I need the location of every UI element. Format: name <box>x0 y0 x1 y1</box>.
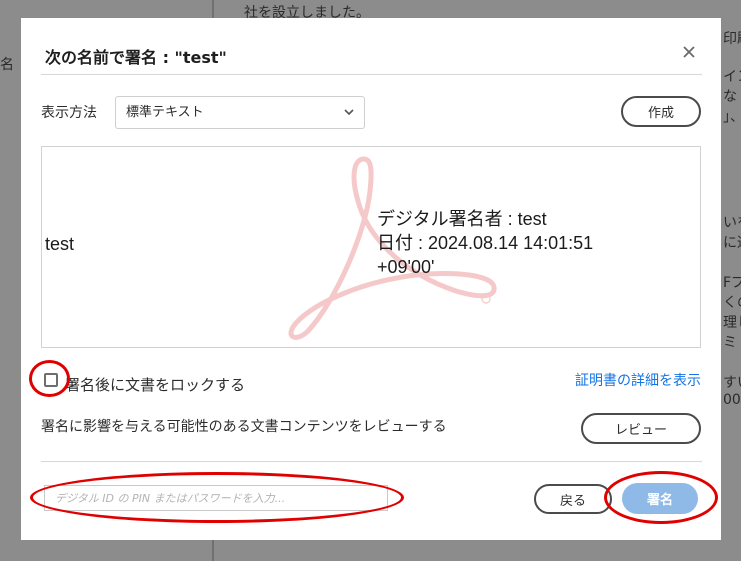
background-text: ミ 価 <box>723 335 741 351</box>
signature-date-line: 日付 : 2024.08.14 14:01:51 <box>377 233 594 253</box>
background-text: インフ <box>723 69 741 85</box>
create-button[interactable]: 作成 <box>621 96 701 127</box>
background-text: Fプ <box>723 275 741 291</box>
lock-document-checkbox[interactable] <box>44 373 58 387</box>
review-button[interactable]: レビュー <box>581 413 701 444</box>
background-text: すい <box>723 375 741 391</box>
signature-details: デジタル署名者 : test 日付 : 2024.08.14 14:01:51 … <box>377 207 593 279</box>
background-text: 00− <box>723 392 741 408</box>
signature-signer-line: デジタル署名者 : test <box>377 209 547 229</box>
background-text: いを上 <box>723 215 741 231</box>
signature-timezone-line: +09'00' <box>377 257 435 277</box>
footer-divider <box>41 461 702 462</box>
background-text: 理し <box>723 315 741 331</box>
review-content-label: 署名に影響を与える可能性のある文書コンテンツをレビューする <box>41 419 447 435</box>
sign-dialog: 次の名前で署名 : "test" 表示方法 標準テキスト 作成 test デジタ… <box>21 18 721 540</box>
certificate-details-link[interactable]: 証明書の詳細を表示 <box>575 370 701 390</box>
background-text: 」、日 <box>723 109 741 125</box>
pin-password-input[interactable] <box>44 485 388 511</box>
dialog-title: 次の名前で署名 : "test" <box>45 48 227 67</box>
signature-preview: test デジタル署名者 : test 日付 : 2024.08.14 14:0… <box>41 146 701 348</box>
display-method-value: 標準テキスト <box>126 105 204 120</box>
background-text: くの <box>723 295 741 311</box>
display-method-select[interactable]: 標準テキスト <box>115 96 365 129</box>
display-method-label: 表示方法 <box>41 105 97 121</box>
signature-name: test <box>45 234 75 254</box>
close-button[interactable] <box>677 40 701 64</box>
background-text: な 日 <box>723 89 741 105</box>
background-text: 名 <box>0 57 14 73</box>
chevron-down-icon <box>344 109 354 116</box>
close-icon <box>683 46 695 58</box>
sign-button[interactable]: 署名 <box>622 483 698 514</box>
background-text: 印刷 <box>723 31 741 47</box>
background-text: に通 <box>723 235 741 251</box>
title-divider <box>41 74 702 75</box>
back-button[interactable]: 戻る <box>534 484 612 514</box>
lock-document-label: 署名後に文書をロックする <box>65 376 246 394</box>
